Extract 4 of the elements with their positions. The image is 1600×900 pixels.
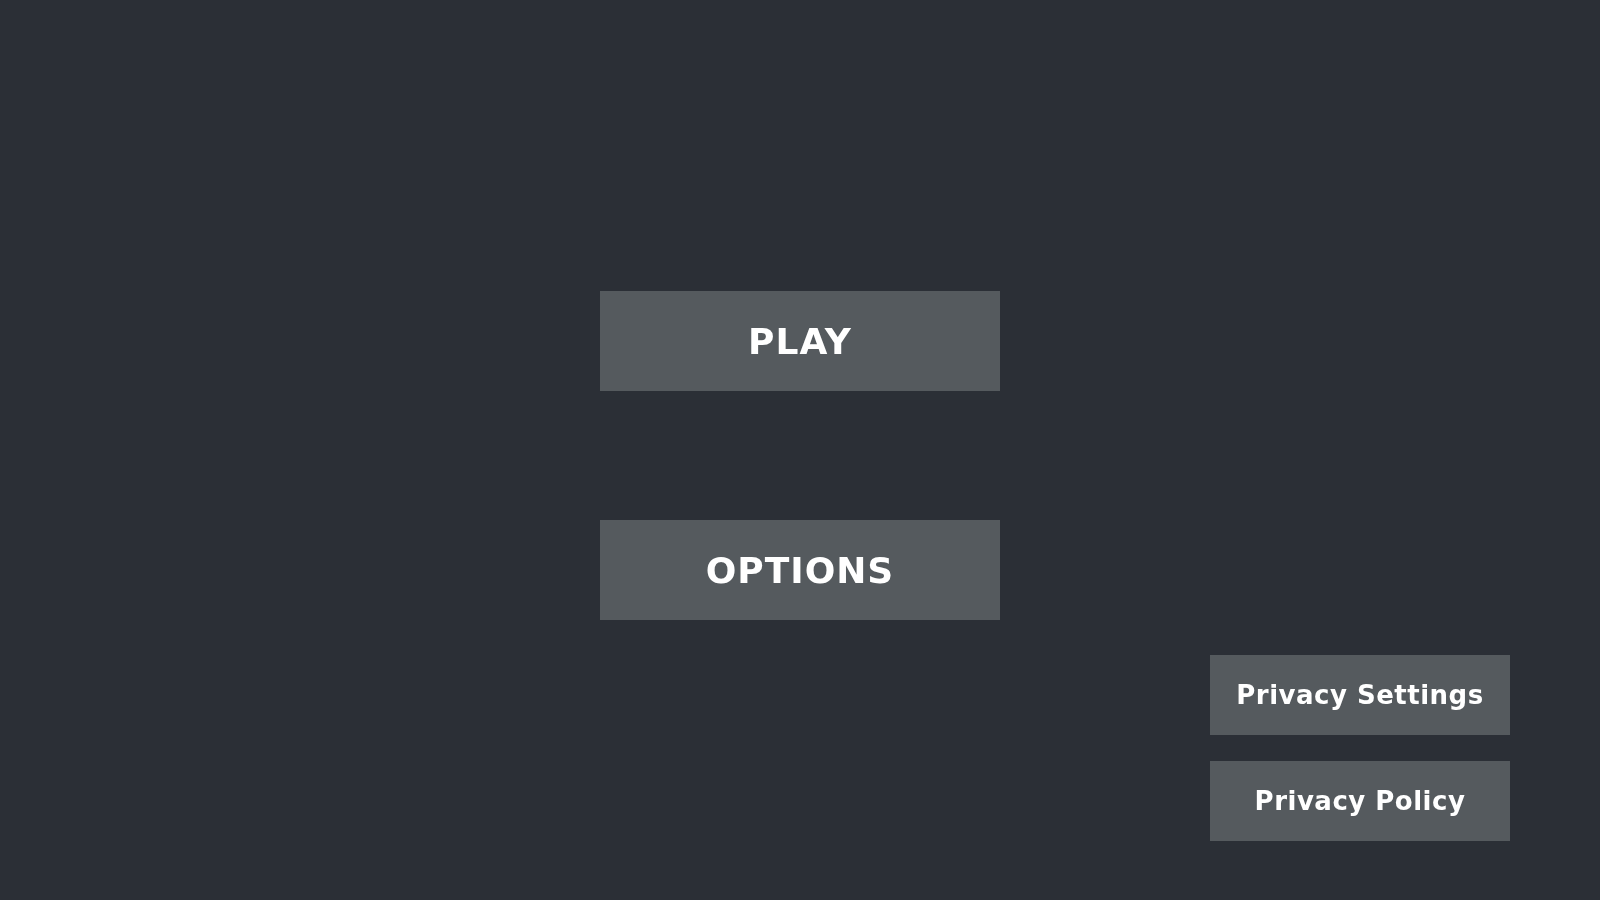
menu-button[interactable]: PLAY: [600, 291, 1000, 391]
privacy-button[interactable]: Privacy Policy: [1210, 761, 1510, 841]
menu-button[interactable]: OPTIONS: [600, 520, 1000, 620]
privacy-button[interactable]: Privacy Settings: [1210, 655, 1510, 735]
